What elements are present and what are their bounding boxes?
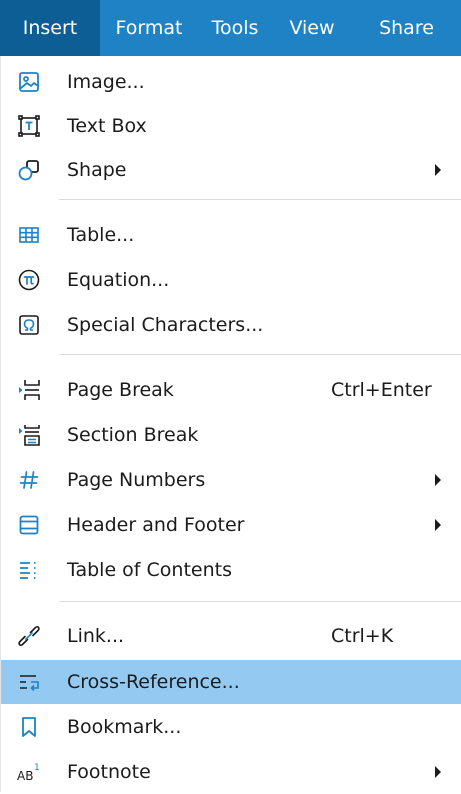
separator xyxy=(59,199,461,200)
menu-item-page-break[interactable]: Page Break Ctrl+Enter xyxy=(1,368,461,412)
menu-item-header-and-footer[interactable]: Header and Footer xyxy=(1,503,461,547)
header-footer-icon xyxy=(18,514,40,536)
menu-insert[interactable]: Insert xyxy=(0,0,100,56)
menu-item-label: Page Numbers xyxy=(67,469,206,491)
insert-dropdown-menu: Image... Text Box Shape Table... Equatio… xyxy=(0,56,461,792)
submenu-arrow-icon xyxy=(435,766,441,778)
menu-item-text-box[interactable]: Text Box xyxy=(1,104,461,148)
menu-item-link[interactable]: Link... Ctrl+K xyxy=(1,614,461,658)
menu-share[interactable]: Share xyxy=(352,0,461,56)
page-numbers-icon xyxy=(18,469,40,491)
menu-item-section-break[interactable]: Section Break xyxy=(1,413,461,457)
menu-item-shape[interactable]: Shape xyxy=(1,148,461,192)
menu-item-page-numbers[interactable]: Page Numbers xyxy=(1,458,461,502)
menu-item-label: Page Break xyxy=(67,379,174,401)
table-icon xyxy=(18,224,40,246)
link-icon xyxy=(18,625,40,647)
menu-item-label: Table... xyxy=(67,224,135,246)
menu-item-label: Bookmark... xyxy=(67,716,182,738)
svg-text:1: 1 xyxy=(34,763,40,773)
text-box-icon xyxy=(18,115,40,137)
submenu-arrow-icon xyxy=(435,474,441,486)
menu-item-table[interactable]: Table... xyxy=(1,213,461,257)
menu-item-bookmark[interactable]: Bookmark... xyxy=(1,705,461,749)
menu-format[interactable]: Format xyxy=(100,0,198,56)
menu-item-label: Footnote xyxy=(67,761,151,783)
menu-item-label: Text Box xyxy=(67,115,147,137)
menu-item-label: Cross-Reference... xyxy=(67,671,240,693)
menu-item-special-characters[interactable]: Special Characters... xyxy=(1,303,461,347)
menu-item-label: Image... xyxy=(67,71,145,93)
menu-item-image[interactable]: Image... xyxy=(1,60,461,104)
menu-item-label: Section Break xyxy=(67,424,199,446)
submenu-arrow-icon xyxy=(435,164,441,176)
special-characters-icon xyxy=(18,314,40,336)
separator xyxy=(59,601,461,602)
cross-reference-icon xyxy=(18,671,40,693)
menu-view[interactable]: View xyxy=(272,0,352,56)
menu-item-cross-reference[interactable]: Cross-Reference... xyxy=(1,660,461,704)
menu-bar: Insert Format Tools View Share xyxy=(0,0,461,56)
shortcut-label: Ctrl+K xyxy=(331,625,394,647)
menu-item-label: Table of Contents xyxy=(67,559,232,581)
table-of-contents-icon xyxy=(18,559,40,581)
menu-item-table-of-contents[interactable]: Table of Contents xyxy=(1,548,461,592)
menu-item-label: Shape xyxy=(67,159,127,181)
page-break-icon xyxy=(18,379,40,401)
shape-icon xyxy=(18,159,40,181)
separator xyxy=(59,354,461,355)
menu-item-label: Equation... xyxy=(67,269,170,291)
menu-item-label: Header and Footer xyxy=(67,514,245,536)
shortcut-label: Ctrl+Enter xyxy=(331,379,432,401)
menu-item-equation[interactable]: Equation... xyxy=(1,258,461,302)
section-break-icon xyxy=(18,424,40,446)
menu-tools[interactable]: Tools xyxy=(198,0,272,56)
footnote-icon: AB 1 xyxy=(17,761,40,783)
menu-item-label: Link... xyxy=(67,625,125,647)
bookmark-icon xyxy=(18,716,40,738)
svg-text:AB: AB xyxy=(17,769,33,783)
menu-item-label: Special Characters... xyxy=(67,314,264,336)
image-icon xyxy=(18,71,40,93)
submenu-arrow-icon xyxy=(435,519,441,531)
menu-item-footnote[interactable]: AB 1 Footnote xyxy=(1,750,461,794)
equation-icon xyxy=(18,269,40,291)
